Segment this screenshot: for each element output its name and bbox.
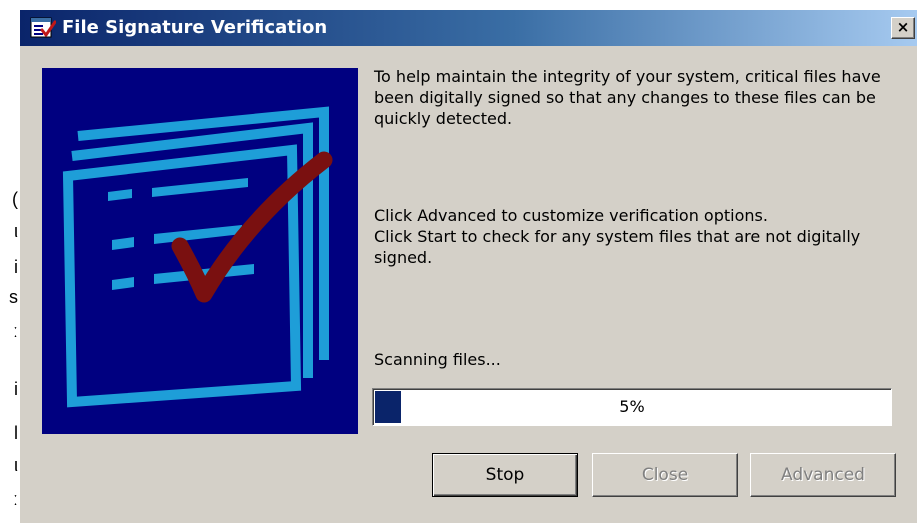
window-title: File Signature Verification: [62, 17, 328, 38]
integrity-description: To help maintain the integrity of your s…: [374, 67, 881, 128]
advanced-button[interactable]: Advanced: [750, 453, 896, 497]
background-text-fragment: l: [14, 423, 18, 443]
file-signature-verification-dialog: File Signature Verification × To help ma…: [20, 10, 917, 523]
background-text-fragment: ι: [14, 221, 18, 241]
close-icon[interactable]: ×: [891, 17, 915, 39]
background-text-fragment: ː: [12, 321, 18, 341]
scan-progress-bar: 5%: [372, 388, 892, 426]
background-text-fragment: i: [14, 257, 18, 277]
stop-button[interactable]: Stop: [432, 453, 578, 497]
file-signature-app-icon: [30, 16, 57, 40]
background-text-fragment: s: [9, 287, 18, 307]
scan-status-label: Scanning files...: [374, 350, 501, 369]
start-instructions: Click Start to check for any system file…: [374, 227, 861, 267]
signed-document-with-checkmark-illustration: [42, 68, 358, 434]
background-text-fragment: (: [12, 189, 18, 209]
background-text-fragment: ι: [14, 455, 18, 475]
advanced-instructions: Click Advanced to customize verification…: [374, 206, 768, 225]
background-text-fragment: i: [14, 379, 18, 399]
close-button[interactable]: Close: [592, 453, 738, 497]
background-window-strip: ( ι i s ː i l ι ː: [0, 0, 20, 523]
background-text-fragment: ː: [12, 489, 18, 509]
title-bar[interactable]: File Signature Verification ×: [20, 10, 917, 46]
progress-percentage: 5%: [619, 397, 645, 416]
